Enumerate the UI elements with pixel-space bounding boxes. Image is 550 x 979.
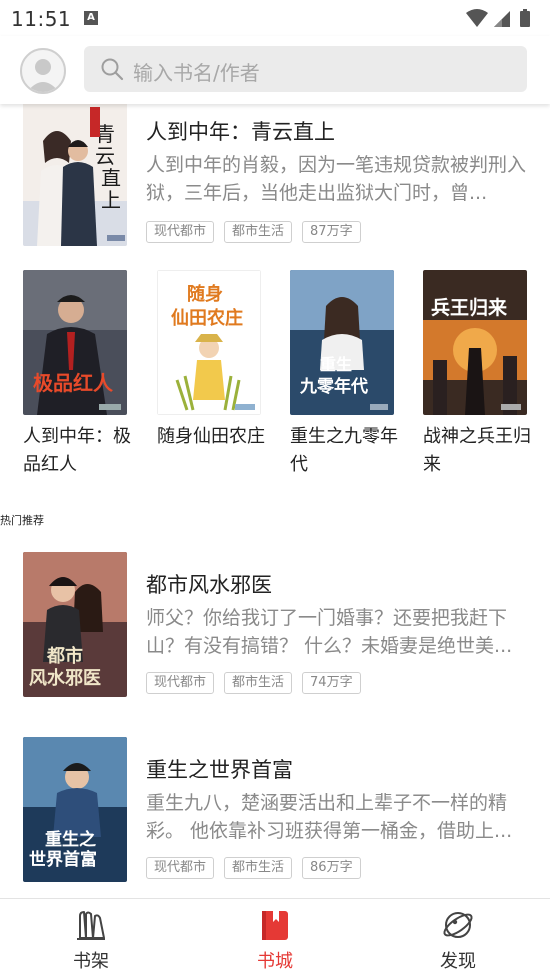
svg-text:仙田农庄: 仙田农庄 [171,307,243,329]
nav-label: 书城 [257,951,293,972]
subcategory-tag: 都市生活 [224,857,293,879]
search-header: 输入书名/作者 [0,36,550,104]
search-input[interactable]: 输入书名/作者 [133,57,260,86]
category-tag: 现代都市 [146,221,215,243]
svg-text:重生: 重生 [320,355,352,374]
wifi-icon [466,9,488,27]
status-time: 11:51 [11,7,72,31]
notification-icon: A [84,11,98,25]
book-cover[interactable]: 重生之 世界首富 [23,737,127,882]
book-cover[interactable]: 重生 九零年代 [290,270,394,415]
book-description: 人到中年的肖毅，因为一笔违规贷款被判刑入狱，三年后，当他走出监狱大门时，曾... [146,154,526,204]
svg-text:直: 直 [101,166,121,190]
grid-book[interactable]: 随身 仙田农庄 随身仙田农庄 [157,270,265,451]
nav-label: 发现 [440,951,476,972]
word-count-tag: 74万字 [302,672,361,694]
grid-book[interactable]: 兵王归来 战神之兵王归来 [423,270,531,479]
book-title[interactable]: 重生之世界首富 [146,754,293,784]
word-count-tag: 86万字 [302,857,361,879]
section-title: 热门推荐 [0,514,44,527]
category-tag: 现代都市 [146,672,215,694]
avatar[interactable] [20,48,66,94]
system-status-icons [466,9,530,27]
svg-text:极品红人: 极品红人 [33,371,114,395]
svg-text:九零年代: 九零年代 [299,376,368,397]
grid-book[interactable]: 重生 九零年代 重生之九零年代 [290,270,398,479]
search-icon [101,58,124,81]
svg-text:风水邪医: 风水邪医 [29,667,101,689]
book-tags: 现代都市 都市生活 87万字 [146,220,371,243]
book-cover[interactable]: 青 云 直 上 [23,104,127,246]
bookshelf-icon [77,911,105,940]
search-bar[interactable]: 输入书名/作者 [84,46,527,92]
user-icon [27,59,59,92]
subcategory-tag: 都市生活 [224,672,293,694]
svg-text:都市: 都市 [46,645,83,667]
status-bar: 11:51 A [0,0,550,36]
planet-icon [443,912,473,938]
book-cover[interactable]: 兵王归来 [423,270,527,415]
book-tags: 现代都市 都市生活 74万字 [146,671,371,694]
battery-icon [520,11,530,27]
book-title[interactable]: 人到中年：极品红人 [23,423,135,479]
word-count-tag: 87万字 [302,221,361,243]
nav-label: 书架 [73,951,109,972]
book-description: 重生九八，楚涵要活出和上辈子不一样的精彩。 他依靠补习班获得第一桶金，借助上..… [146,792,513,842]
bottom-navigation: 书架 书城 发现 [0,898,550,979]
svg-text:上: 上 [101,188,121,212]
book-title[interactable]: 重生之九零年代 [290,423,402,479]
book-title[interactable]: 战神之兵王归来 [423,423,535,479]
book-cover[interactable]: 随身 仙田农庄 [157,270,261,415]
book-cover[interactable]: 都市 风水邪医 [23,552,127,697]
svg-text:兵王归来: 兵王归来 [431,296,507,319]
svg-text:世界首富: 世界首富 [29,849,97,870]
svg-text:重生之: 重生之 [45,829,96,850]
book-tags: 现代都市 都市生活 86万字 [146,856,371,879]
nav-bookstore[interactable]: 书城 [215,899,335,979]
svg-text:随身: 随身 [187,283,223,305]
book-icon [262,911,288,940]
category-tag: 现代都市 [146,857,215,879]
bookstore-content[interactable]: 青 云 直 上 人到中年：青云直上 人到中年的肖毅，因为一笔违规贷款被判刑入狱，… [0,104,550,898]
svg-text:云: 云 [95,144,115,168]
book-title[interactable]: 随身仙田农庄 [157,423,269,451]
book-title[interactable]: 都市风水邪医 [146,569,272,599]
book-description: 师父？你给我订了一门婚事？还要把我赶下山？有没有搞错？ 什么？未婚妻是绝世美..… [146,607,513,657]
book-cover[interactable]: 极品红人 [23,270,127,415]
grid-book[interactable]: 极品红人 人到中年：极品红人 [23,270,131,479]
subcategory-tag: 都市生活 [224,221,293,243]
nav-discover[interactable]: 发现 [398,899,518,979]
book-title[interactable]: 人到中年：青云直上 [146,116,335,146]
nav-bookshelf[interactable]: 书架 [31,899,151,979]
